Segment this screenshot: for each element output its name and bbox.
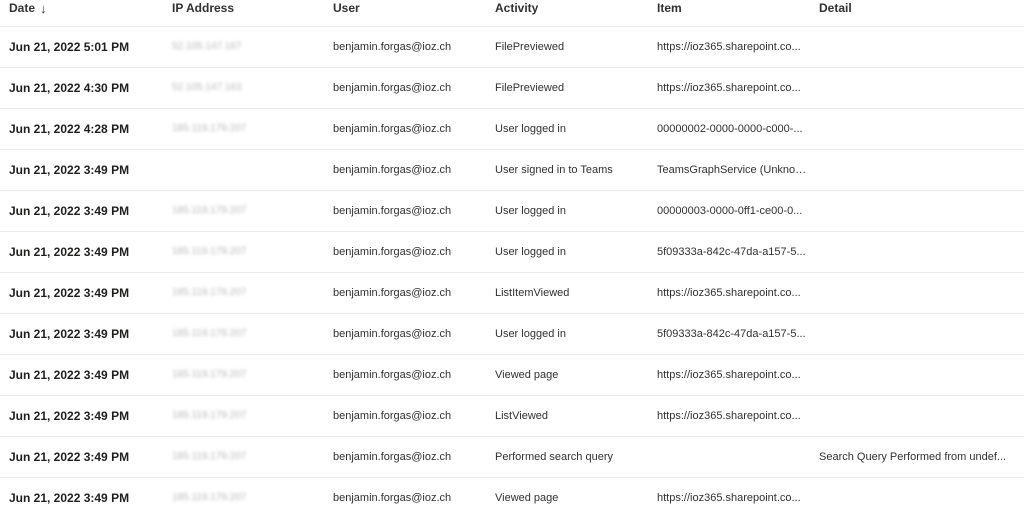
detail-cell: [819, 232, 1011, 272]
column-header-date-label: Date: [9, 1, 36, 15]
item-cell: https://ioz365.sharepoint.co...: [657, 82, 801, 94]
item-cell: https://ioz365.sharepoint.co...: [657, 287, 801, 299]
item-cell: https://ioz365.sharepoint.co...: [657, 492, 801, 504]
activity-cell: ListItemViewed: [495, 287, 570, 299]
date-cell: Jun 21, 2022 4:28 PM: [9, 122, 130, 136]
table-row[interactable]: Jun 21, 2022 3:49 PM 185.119.179.207 benja…: [0, 478, 1024, 515]
user-cell: benjamin.forgas@ioz.ch: [333, 492, 452, 504]
activity-cell: ListViewed: [495, 410, 548, 422]
date-cell: Jun 21, 2022 3:49 PM: [9, 368, 130, 382]
detail-cell: [819, 355, 1011, 395]
detail-cell: Search Query Performed from undef...: [819, 451, 1007, 463]
date-cell: Jun 21, 2022 3:49 PM: [9, 450, 130, 464]
detail-cell: [819, 150, 1011, 190]
user-cell: benjamin.forgas@ioz.ch: [333, 410, 452, 422]
item-cell: 00000003-0000-0ff1-ce00-0...: [657, 205, 803, 217]
table-row[interactable]: Jun 21, 2022 3:49 PM 185.119.179.207 benja…: [0, 273, 1024, 314]
table-row[interactable]: Jun 21, 2022 3:49 PM 185.119.179.207 benja…: [0, 437, 1024, 478]
activity-cell: FilePreviewed: [495, 41, 565, 53]
table-row[interactable]: Jun 21, 2022 3:49 PM 185.119.179.207 benja…: [0, 232, 1024, 273]
table-row[interactable]: Jun 21, 2022 4:30 PM 52.105.147.163 benjam…: [0, 68, 1024, 109]
detail-cell: [819, 273, 1011, 313]
item-cell: 5f09333a-842c-47da-a157-5...: [657, 246, 806, 258]
ip-address-cell: 185.119.179.207: [172, 205, 247, 216]
activity-cell: FilePreviewed: [495, 82, 565, 94]
column-header-detail[interactable]: Detail: [819, 0, 1011, 16]
audit-log-table: Date ↓ IP Address User Activity Item Deta…: [0, 0, 1024, 515]
activity-cell: User logged in: [495, 328, 566, 340]
ip-address-cell: 185.119.179.207: [172, 492, 247, 503]
detail-cell: [819, 191, 1011, 231]
ip-address-cell: 52.105.147.167: [172, 41, 242, 52]
detail-cell: [819, 396, 1011, 436]
user-cell: benjamin.forgas@ioz.ch: [333, 451, 452, 463]
ip-address-cell: 185.119.179.207: [172, 287, 247, 298]
column-header-ip-address[interactable]: IP Address: [172, 0, 272, 16]
item-cell: 00000002-0000-0000-c000-...: [657, 123, 803, 135]
date-cell: Jun 21, 2022 5:01 PM: [9, 40, 130, 54]
user-cell: benjamin.forgas@ioz.ch: [333, 328, 452, 340]
ip-address-cell: 52.105.147.163: [172, 82, 242, 93]
item-cell: https://ioz365.sharepoint.co...: [657, 410, 801, 422]
user-cell: benjamin.forgas@ioz.ch: [333, 287, 452, 299]
activity-cell: User signed in to Teams: [495, 164, 613, 176]
detail-cell: [819, 478, 1011, 515]
ip-address-cell: 185.119.179.207: [172, 123, 247, 134]
table-header: Date ↓ IP Address User Activity Item Deta…: [0, 0, 1024, 27]
ip-address-cell: 185.119.179.207: [172, 328, 247, 339]
date-cell: Jun 21, 2022 4:30 PM: [9, 81, 130, 95]
item-cell: https://ioz365.sharepoint.co...: [657, 369, 801, 381]
user-cell: benjamin.forgas@ioz.ch: [333, 82, 452, 94]
activity-cell: Viewed page: [495, 492, 559, 504]
table-row[interactable]: Jun 21, 2022 4:28 PM 185.119.179.207 benja…: [0, 109, 1024, 150]
item-cell: [657, 437, 811, 477]
table-row[interactable]: Jun 21, 2022 3:49 PM 185.119.179.207 benja…: [0, 355, 1024, 396]
table-row[interactable]: Jun 21, 2022 3:49 PM 185.119.179.207 benja…: [0, 191, 1024, 232]
table-row[interactable]: Jun 21, 2022 3:49 PM 185.119.179.207 benja…: [0, 396, 1024, 437]
activity-cell: User logged in: [495, 246, 566, 258]
date-cell: Jun 21, 2022 3:49 PM: [9, 163, 130, 177]
activity-cell: User logged in: [495, 205, 566, 217]
item-cell: https://ioz365.sharepoint.co...: [657, 41, 801, 53]
date-cell: Jun 21, 2022 3:49 PM: [9, 409, 130, 423]
table-body: Jun 21, 2022 5:01 PM 52.105.147.167 benjam…: [0, 27, 1024, 515]
ip-address-cell: 185.119.179.207: [172, 451, 247, 462]
detail-cell: [819, 314, 1011, 354]
table-row[interactable]: Jun 21, 2022 3:49 PM 185.119.179.207 benja…: [0, 314, 1024, 355]
user-cell: benjamin.forgas@ioz.ch: [333, 41, 452, 53]
user-cell: benjamin.forgas@ioz.ch: [333, 123, 452, 135]
ip-address-cell: 185.119.179.207: [172, 410, 247, 421]
detail-cell: [819, 27, 1011, 67]
detail-cell: [819, 109, 1011, 149]
activity-cell: Viewed page: [495, 369, 559, 381]
user-cell: benjamin.forgas@ioz.ch: [333, 205, 452, 217]
item-cell: 5f09333a-842c-47da-a157-5...: [657, 328, 806, 340]
date-cell: Jun 21, 2022 3:49 PM: [9, 491, 130, 505]
detail-cell: [819, 68, 1011, 108]
user-cell: benjamin.forgas@ioz.ch: [333, 246, 452, 258]
item-cell: TeamsGraphService (Unknow...: [657, 164, 811, 176]
ip-address-cell: 185.119.179.207: [172, 246, 247, 257]
ip-address-cell: [172, 150, 272, 190]
column-header-user[interactable]: User: [333, 0, 488, 16]
column-header-activity[interactable]: Activity: [495, 0, 650, 16]
activity-cell: Performed search query: [495, 451, 613, 463]
ip-address-cell: 185.119.179.207: [172, 369, 247, 380]
activity-cell: User logged in: [495, 123, 566, 135]
date-cell: Jun 21, 2022 3:49 PM: [9, 245, 130, 259]
date-cell: Jun 21, 2022 3:49 PM: [9, 204, 130, 218]
column-header-item[interactable]: Item: [657, 0, 811, 16]
date-cell: Jun 21, 2022 3:49 PM: [9, 327, 130, 341]
user-cell: benjamin.forgas@ioz.ch: [333, 164, 452, 176]
column-header-date[interactable]: Date ↓: [9, 0, 169, 16]
table-row[interactable]: Jun 21, 2022 3:49 PM benjamin.forgas@ioz.…: [0, 150, 1024, 191]
table-row[interactable]: Jun 21, 2022 5:01 PM 52.105.147.167 benjam…: [0, 27, 1024, 68]
sort-descending-icon[interactable]: ↓: [40, 1, 47, 17]
date-cell: Jun 21, 2022 3:49 PM: [9, 286, 130, 300]
user-cell: benjamin.forgas@ioz.ch: [333, 369, 452, 381]
